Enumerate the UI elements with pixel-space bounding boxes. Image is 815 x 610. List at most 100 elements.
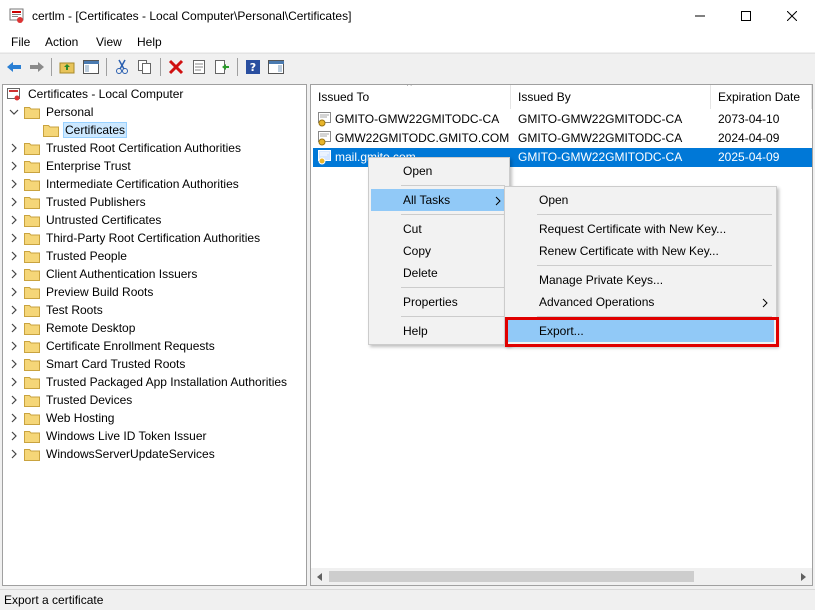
minimize-button[interactable] [677,0,723,32]
tree-item[interactable]: Test Roots [8,301,105,319]
submenu-request-certificate-new-key[interactable]: Request Certificate with New Key... [507,218,774,240]
cut-icon[interactable] [113,58,131,76]
back-arrow-icon[interactable] [5,58,23,76]
tree-item[interactable]: Third-Party Root Certification Authoriti… [8,229,262,247]
tree-item-label: Third-Party Root Certification Authoriti… [46,231,261,245]
chevron-right-icon[interactable] [8,232,20,244]
submenu-advanced-operations[interactable]: Advanced Operations [507,291,774,313]
chevron-right-icon[interactable] [8,286,20,298]
tree-item[interactable]: Trusted Publishers [8,193,148,211]
column-header-issued-to[interactable]: ^ Issued To [311,85,511,109]
delete-icon[interactable] [167,58,185,76]
menu-item-label: All Tasks [403,193,451,207]
folder-icon [24,285,40,299]
tree-item[interactable]: Trusted Devices [8,391,134,409]
tree-item[interactable]: Trusted People [8,247,129,265]
tree-item[interactable]: Smart Card Trusted Roots [8,355,187,373]
tree-item[interactable]: Remote Desktop [8,319,137,337]
scrollbar-thumb[interactable] [329,571,694,582]
menu-item-label: Delete [403,266,438,280]
menu-file[interactable]: File [11,35,30,49]
context-menu-cut[interactable]: Cut [371,218,507,240]
tree-item-label: Trusted Packaged App Installation Author… [46,375,288,389]
submenu-open[interactable]: Open [507,189,774,211]
tree-item[interactable]: Client Authentication Issuers [8,265,199,283]
tree-item[interactable]: Enterprise Trust [8,157,133,175]
chevron-right-icon[interactable] [8,394,20,406]
context-menu: Open All Tasks Cut Copy Delete Propertie… [368,157,510,345]
tree-item[interactable]: Trusted Root Certification Authorities [8,139,243,157]
menu-item-label: Advanced Operations [539,295,655,309]
scroll-left-icon[interactable] [314,571,326,583]
horizontal-scrollbar[interactable] [311,568,812,585]
menu-action[interactable]: Action [45,35,78,49]
up-folder-icon[interactable] [58,58,76,76]
table-row[interactable]: GMW22GMITODC.GMITO.COM GMITO-GMW22GMITOD… [313,129,812,148]
properties-icon[interactable] [190,58,208,76]
tree-item[interactable]: WindowsServerUpdateServices [8,445,217,463]
menu-help[interactable]: Help [137,35,162,49]
scroll-right-icon[interactable] [797,571,809,583]
tree-item[interactable]: Intermediate Certification Authorities [8,175,241,193]
chevron-right-icon[interactable] [8,268,20,280]
tree-item-label: Certificate Enrollment Requests [46,339,215,353]
submenu-renew-certificate-new-key[interactable]: Renew Certificate with New Key... [507,240,774,262]
copy-icon[interactable] [136,58,154,76]
menu-view[interactable]: View [96,35,122,49]
chevron-right-icon[interactable] [8,448,20,460]
chevron-right-icon[interactable] [8,142,20,154]
tree-item[interactable]: Web Hosting [8,409,116,427]
context-menu-properties[interactable]: Properties [371,291,507,313]
chevron-right-icon[interactable] [8,214,20,226]
chevron-right-icon[interactable] [8,196,20,208]
context-menu-open[interactable]: Open [371,160,507,182]
context-menu-help[interactable]: Help [371,320,507,342]
title-bar: certlm - [Certificates - Local Computer\… [0,0,815,32]
context-menu-all-tasks[interactable]: All Tasks [371,189,507,211]
tree-item-label: Windows Live ID Token Issuer [46,429,207,443]
toolbar-separator [160,58,161,76]
show-hide-console-tree-icon[interactable] [82,58,100,76]
column-header-issued-by[interactable]: Issued By [511,85,711,109]
menu-separator [401,185,505,186]
certlm-app-icon [8,7,26,25]
column-header-label: Issued To [318,90,370,104]
close-button[interactable] [769,0,815,32]
column-header-expiration-date[interactable]: Expiration Date [711,85,812,109]
context-menu-delete[interactable]: Delete [371,262,507,284]
tree-item-certificates[interactable]: Certificates [43,121,128,139]
submenu-manage-private-keys[interactable]: Manage Private Keys... [507,269,774,291]
menu-separator [401,287,505,288]
chevron-right-icon[interactable] [8,340,20,352]
maximize-button[interactable] [723,0,769,32]
export-list-icon[interactable] [213,58,231,76]
chevron-down-icon[interactable] [8,106,20,118]
tree-item[interactable]: Windows Live ID Token Issuer [8,427,209,445]
tree-item[interactable]: Preview Build Roots [8,283,155,301]
chevron-right-icon[interactable] [8,322,20,334]
show-action-pane-icon[interactable] [267,58,285,76]
tree-root[interactable]: Certificates - Local Computer [6,85,185,103]
chevron-right-icon[interactable] [8,178,20,190]
certificate-key-icon [317,149,333,165]
help-icon[interactable]: ? [244,58,262,76]
chevron-right-icon[interactable] [8,430,20,442]
chevron-right-icon[interactable] [8,358,20,370]
certificate-key-icon [317,111,333,127]
context-menu-copy[interactable]: Copy [371,240,507,262]
chevron-right-icon[interactable] [8,412,20,424]
chevron-right-icon[interactable] [8,250,20,262]
cell-issued-to: GMITO-GMW22GMITODC-CA [335,112,500,126]
menu-item-label: Open [539,193,569,207]
tree-item[interactable]: Untrusted Certificates [8,211,163,229]
table-row[interactable]: GMITO-GMW22GMITODC-CA GMITO-GMW22GMITODC… [313,110,812,129]
chevron-right-icon[interactable] [8,376,20,388]
chevron-right-icon[interactable] [8,160,20,172]
forward-arrow-icon[interactable] [28,58,46,76]
tree-item-personal[interactable]: Personal [8,103,95,121]
tree-item[interactable]: Trusted Packaged App Installation Author… [8,373,289,391]
toolbar: ? [0,53,815,80]
chevron-right-icon[interactable] [8,304,20,316]
tree-item[interactable]: Certificate Enrollment Requests [8,337,217,355]
status-text: Export a certificate [4,593,104,607]
